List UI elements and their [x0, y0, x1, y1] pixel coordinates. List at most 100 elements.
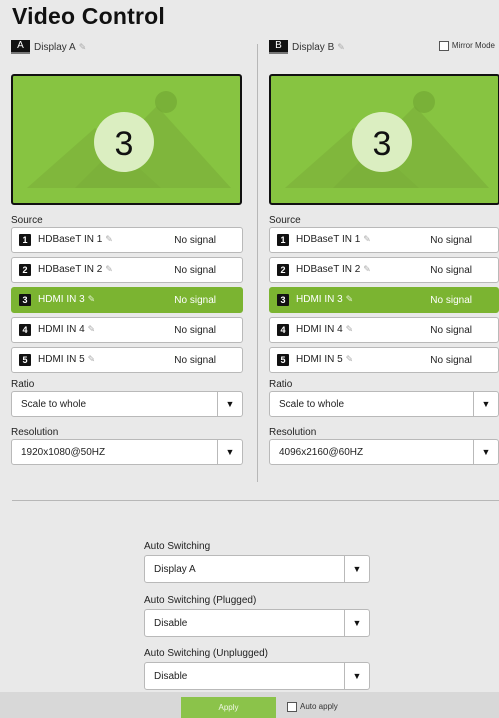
source-name: HDBaseT IN 1: [296, 234, 361, 246]
display-a-source-2[interactable]: 2 HDBaseT IN 2 ✎ No signal: [11, 257, 243, 283]
auto-switching-unplugged-label: Auto Switching (Unplugged): [144, 648, 268, 659]
display-b-source-4[interactable]: 4 HDMI IN 4 ✎ No signal: [269, 317, 499, 343]
source-status: No signal: [174, 355, 216, 366]
source-status: No signal: [430, 265, 472, 276]
pencil-icon[interactable]: ✎: [363, 234, 371, 245]
source-name: HDMI IN 5: [38, 354, 85, 366]
source-number-badge: 4: [277, 324, 289, 336]
source-number-badge: 5: [19, 354, 31, 366]
display-b-preview-number: 3: [373, 125, 392, 163]
pencil-icon[interactable]: ✎: [79, 42, 87, 53]
ratio-label: Ratio: [269, 379, 293, 390]
auto-switching-select[interactable]: Display A ▼: [144, 555, 370, 583]
display-b-ratio-select[interactable]: Scale to whole ▼: [269, 391, 499, 417]
auto-switching-unplugged-group: Auto Switching (Unplugged) Disable ▼: [144, 648, 370, 690]
display-a-header: A Display A ✎: [11, 40, 243, 60]
ratio-value: Scale to whole: [279, 399, 345, 410]
auto-switching-unplugged-select[interactable]: Disable ▼: [144, 662, 370, 690]
source-label: Source: [11, 215, 43, 226]
source-status: No signal: [430, 325, 472, 336]
source-number-badge: 1: [277, 234, 289, 246]
section-divider: [12, 500, 499, 501]
pencil-icon[interactable]: ✎: [88, 324, 96, 335]
resolution-value: 4096x2160@60HZ: [279, 447, 364, 458]
pencil-icon[interactable]: ✎: [346, 324, 354, 335]
pencil-icon[interactable]: ✎: [88, 294, 96, 305]
landscape-placeholder-icon: 3: [285, 91, 489, 188]
display-b-source-3[interactable]: 3 HDMI IN 3 ✎ No signal: [269, 287, 499, 313]
footer-bar: Apply Auto apply: [0, 692, 499, 718]
mirror-mode-toggle[interactable]: Mirror Mode: [438, 41, 495, 51]
display-a-preview-number: 3: [115, 125, 134, 163]
pencil-icon[interactable]: ✎: [337, 42, 345, 53]
source-number-badge: 3: [277, 294, 289, 306]
auto-switching-label: Auto Switching: [144, 541, 211, 552]
display-a-source-4[interactable]: 4 HDMI IN 4 ✎ No signal: [11, 317, 243, 343]
source-number-badge: 2: [19, 264, 31, 276]
ratio-label: Ratio: [11, 379, 35, 390]
source-number-badge: 5: [277, 354, 289, 366]
auto-switching-plugged-group: Auto Switching (Plugged) Disable ▼: [144, 595, 370, 637]
source-number-badge: 4: [19, 324, 31, 336]
pencil-icon[interactable]: ✎: [346, 294, 354, 305]
display-b-header: B Display B ✎ Mirror Mode: [269, 40, 499, 60]
source-status: No signal: [430, 235, 472, 246]
source-name: HDBaseT IN 1: [38, 234, 103, 246]
source-name: HDMI IN 4: [38, 324, 85, 336]
column-divider: [257, 44, 258, 482]
caret-down-icon[interactable]: ▼: [217, 440, 242, 464]
display-a-letter-badge: A: [11, 40, 30, 54]
pencil-icon[interactable]: ✎: [105, 264, 113, 275]
display-a-ratio-select[interactable]: Scale to whole ▼: [11, 391, 243, 417]
caret-down-icon[interactable]: ▼: [217, 392, 242, 416]
source-status: No signal: [174, 295, 216, 306]
source-status: No signal: [174, 265, 216, 276]
pencil-icon[interactable]: ✎: [346, 354, 354, 365]
pencil-icon[interactable]: ✎: [363, 264, 371, 275]
caret-down-icon[interactable]: ▼: [344, 663, 369, 689]
source-status: No signal: [430, 355, 472, 366]
display-b-resolution-select[interactable]: 4096x2160@60HZ ▼: [269, 439, 499, 465]
pencil-icon[interactable]: ✎: [105, 234, 113, 245]
landscape-placeholder-icon: 3: [27, 91, 231, 188]
auto-apply-label: Auto apply: [300, 702, 338, 712]
display-b-source-1[interactable]: 1 HDBaseT IN 1 ✎ No signal: [269, 227, 499, 253]
caret-down-icon[interactable]: ▼: [344, 556, 369, 582]
display-b-source-2[interactable]: 2 HDBaseT IN 2 ✎ No signal: [269, 257, 499, 283]
source-number-badge: 3: [19, 294, 31, 306]
display-a-source-1[interactable]: 1 HDBaseT IN 1 ✎ No signal: [11, 227, 243, 253]
source-number-badge: 2: [277, 264, 289, 276]
caret-down-icon[interactable]: ▼: [344, 610, 369, 636]
apply-button[interactable]: Apply: [181, 697, 276, 718]
resolution-label: Resolution: [269, 427, 317, 438]
display-a-source-3[interactable]: 3 HDMI IN 3 ✎ No signal: [11, 287, 243, 313]
display-b-letter-badge: B: [269, 40, 288, 54]
caret-down-icon[interactable]: ▼: [473, 440, 498, 464]
resolution-value: 1920x1080@50HZ: [21, 447, 106, 458]
display-b-name[interactable]: Display B: [292, 42, 334, 53]
pencil-icon[interactable]: ✎: [88, 354, 96, 365]
auto-switching-group: Auto Switching Display A ▼: [144, 541, 370, 583]
caret-down-icon[interactable]: ▼: [473, 392, 498, 416]
mirror-mode-checkbox[interactable]: [438, 41, 449, 51]
auto-apply-checkbox[interactable]: [287, 702, 297, 712]
auto-switching-plugged-label: Auto Switching (Plugged): [144, 595, 257, 606]
auto-switching-plugged-value: Disable: [154, 618, 188, 629]
auto-apply-toggle[interactable]: Auto apply: [287, 702, 338, 712]
source-label: Source: [269, 215, 301, 226]
source-number-badge: 1: [19, 234, 31, 246]
auto-switching-plugged-select[interactable]: Disable ▼: [144, 609, 370, 637]
display-a-source-5[interactable]: 5 HDMI IN 5 ✎ No signal: [11, 347, 243, 373]
source-status: No signal: [430, 295, 472, 306]
source-name: HDMI IN 3: [296, 294, 343, 306]
source-name: HDBaseT IN 2: [38, 264, 103, 276]
source-name: HDMI IN 3: [38, 294, 85, 306]
display-b-panel: B Display B ✎ Mirror Mode 3 Source 1 HDBas…: [269, 40, 499, 465]
display-a-name[interactable]: Display A: [34, 42, 76, 53]
auto-switching-value: Display A: [154, 564, 196, 575]
source-name: HDMI IN 4: [296, 324, 343, 336]
display-b-source-5[interactable]: 5 HDMI IN 5 ✎ No signal: [269, 347, 499, 373]
display-a-resolution-select[interactable]: 1920x1080@50HZ ▼: [11, 439, 243, 465]
resolution-label: Resolution: [11, 427, 59, 438]
display-a-panel: A Display A ✎ 3 Source 1 HDBaseT IN 1 ✎ No …: [11, 40, 243, 465]
